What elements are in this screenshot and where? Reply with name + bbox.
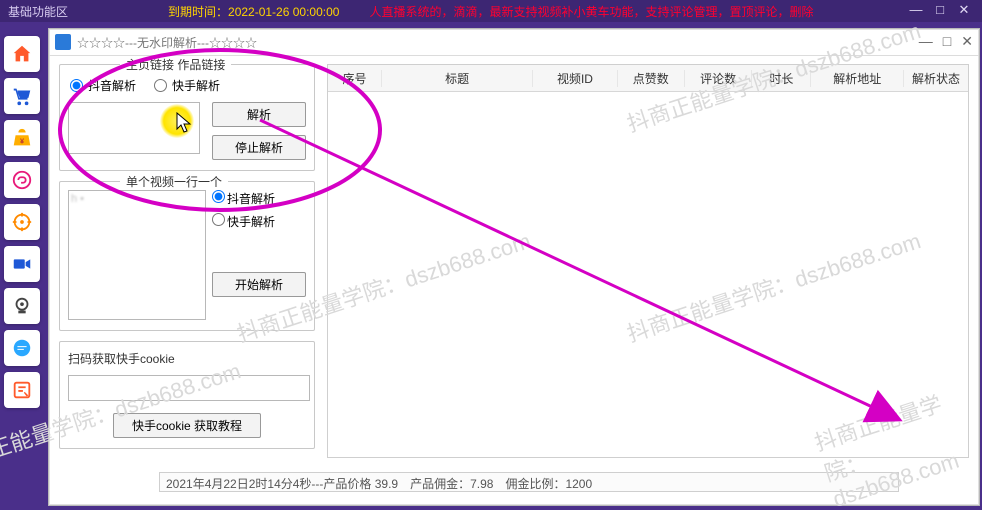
table-header-row: 序号 标题 视频ID 点赞数 评论数 时长 解析地址 解析状态	[328, 65, 968, 92]
multi-video-textarea[interactable]: h •	[68, 190, 206, 320]
expire-time: 到期时间：2022-01-26 00:00:00	[168, 3, 339, 20]
col-comments: 评论数	[685, 70, 752, 87]
radio-kuaishou-parse[interactable]: 快手解析	[154, 77, 220, 94]
child-close-button[interactable]: ✕	[961, 34, 973, 48]
dock-target-icon[interactable]	[4, 204, 40, 240]
cookie-input[interactable]	[68, 375, 310, 401]
dock-home-icon[interactable]	[4, 36, 40, 72]
main-titlebar: 基础功能区 到期时间：2022-01-26 00:00:00 人直播系统的，滴滴…	[0, 0, 982, 22]
status-log-line: 2021年4月22日2时14分4秒---产品价格 39.9 产品佣金：7.98 …	[159, 472, 899, 492]
results-table: 序号 标题 视频ID 点赞数 评论数 时长 解析地址 解析状态	[327, 64, 969, 458]
marquee-notice: 人直播系统的，滴滴，最新支持视频补小黄车功能，支持评论管理，置顶评论，删除	[369, 3, 813, 20]
section-label: 基础功能区	[0, 3, 68, 20]
child-minimize-button[interactable]: —	[919, 34, 933, 48]
links-fieldset: 主页链接 作品链接 抖音解析 快手解析 解析 停止解析	[59, 64, 315, 171]
side-dock: ¥	[4, 26, 44, 510]
scan-cookie-label: 扫码获取快手cookie	[68, 350, 306, 367]
stop-parse-button[interactable]: 停止解析	[212, 135, 306, 160]
cookie-guide-button[interactable]: 快手cookie 获取教程	[113, 413, 261, 438]
child-title-text: ☆☆☆☆---无水印解析---☆☆☆☆	[77, 34, 257, 51]
table-body[interactable]	[328, 92, 968, 456]
parser-window: ☆☆☆☆---无水印解析---☆☆☆☆ — □ ✕ 主页链接 作品链接 抖音解析…	[48, 28, 980, 506]
col-duration: 时长	[752, 70, 811, 87]
dock-edit-icon[interactable]	[4, 372, 40, 408]
col-likes: 点赞数	[618, 70, 685, 87]
col-title: 标题	[382, 70, 533, 87]
col-parse-status: 解析状态	[904, 70, 968, 87]
child-maximize-button[interactable]: □	[943, 34, 951, 48]
maximize-button[interactable]: □	[928, 2, 952, 20]
scan-cookie-fieldset: 扫码获取快手cookie 快手cookie 获取教程	[59, 341, 315, 449]
multi-video-fieldset: 单个视频一行一个 h • 抖音解析 快手解析 开始解析	[59, 181, 315, 331]
radio-douyin-parse[interactable]: 抖音解析	[70, 77, 136, 94]
radio-douyin-parse-2[interactable]: 抖音解析	[212, 190, 306, 207]
dock-chat-icon[interactable]	[4, 330, 40, 366]
links-legend: 主页链接 作品链接	[120, 56, 231, 73]
dock-cart-icon[interactable]	[4, 78, 40, 114]
multi-legend: 单个视频一行一个	[120, 173, 228, 190]
close-button[interactable]: ✕	[952, 2, 976, 20]
child-titlebar: ☆☆☆☆---无水印解析---☆☆☆☆ — □ ✕	[49, 29, 979, 56]
dock-video-icon[interactable]	[4, 246, 40, 282]
link-input-textarea[interactable]	[68, 102, 200, 154]
dock-link-icon[interactable]	[4, 162, 40, 198]
col-video-id: 视频ID	[533, 70, 617, 87]
start-parse-button[interactable]: 开始解析	[212, 272, 306, 297]
child-app-icon	[55, 34, 71, 50]
parse-button[interactable]: 解析	[212, 102, 306, 127]
dock-camera-icon[interactable]	[4, 288, 40, 324]
minimize-button[interactable]: —	[904, 2, 928, 20]
radio-kuaishou-parse-2[interactable]: 快手解析	[212, 213, 306, 230]
col-parse-url: 解析地址	[811, 70, 904, 87]
left-control-panel: 主页链接 作品链接 抖音解析 快手解析 解析 停止解析	[59, 64, 315, 459]
dock-money-icon[interactable]: ¥	[4, 120, 40, 156]
col-index: 序号	[328, 70, 382, 87]
